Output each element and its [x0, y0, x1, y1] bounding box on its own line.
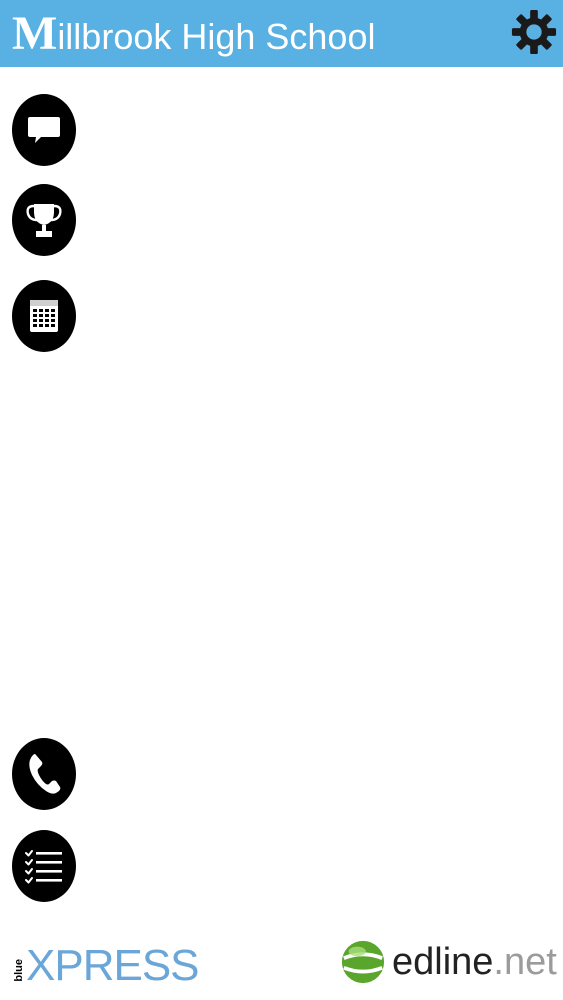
school-title-initial: M — [12, 7, 58, 60]
phone-icon — [29, 754, 61, 794]
bluexpress-small-text: blue — [13, 959, 25, 982]
settings-button[interactable] — [511, 9, 557, 55]
messages-button[interactable] — [12, 94, 76, 166]
school-title-rest: illbrook High School — [57, 16, 376, 57]
calendar-icon — [30, 300, 58, 332]
trophy-icon — [26, 204, 62, 237]
message-icon — [28, 117, 60, 143]
bluexpress-logo: blue XPRESS — [13, 938, 200, 990]
edline-logo: edline .net — [340, 936, 557, 988]
app-header: Millbrook High School — [0, 0, 563, 67]
edline-tld-text: .net — [493, 941, 557, 983]
gear-icon — [511, 9, 557, 55]
calendar-button[interactable] — [12, 280, 76, 352]
bluexpress-text: XPRESS — [26, 941, 200, 990]
edline-name-text: edline — [392, 941, 494, 983]
edline-globe-icon — [341, 940, 385, 984]
school-title: Millbrook High School — [12, 10, 375, 58]
tasks-button[interactable] — [12, 830, 76, 902]
checklist-icon — [25, 850, 62, 884]
athletics-button[interactable] — [12, 184, 76, 256]
contact-button[interactable] — [12, 738, 76, 810]
